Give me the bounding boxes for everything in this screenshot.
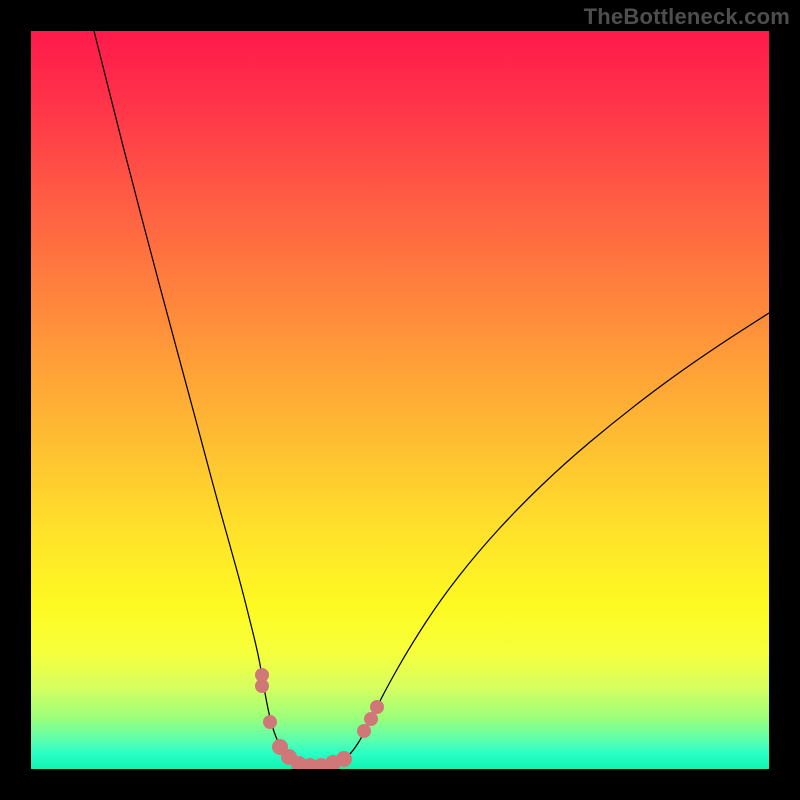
watermark-text: TheBottleneck.com xyxy=(584,4,790,30)
trough-marker xyxy=(255,679,269,693)
trough-markers xyxy=(255,668,384,769)
trough-marker xyxy=(357,724,371,738)
plot-area xyxy=(31,31,769,769)
right-curve xyxy=(319,313,769,767)
chart-svg xyxy=(31,31,769,769)
trough-marker xyxy=(263,715,277,729)
trough-marker xyxy=(364,712,378,726)
left-curve xyxy=(94,31,319,767)
trough-marker xyxy=(370,700,384,714)
chart-frame: TheBottleneck.com xyxy=(0,0,800,800)
trough-marker xyxy=(336,751,352,767)
